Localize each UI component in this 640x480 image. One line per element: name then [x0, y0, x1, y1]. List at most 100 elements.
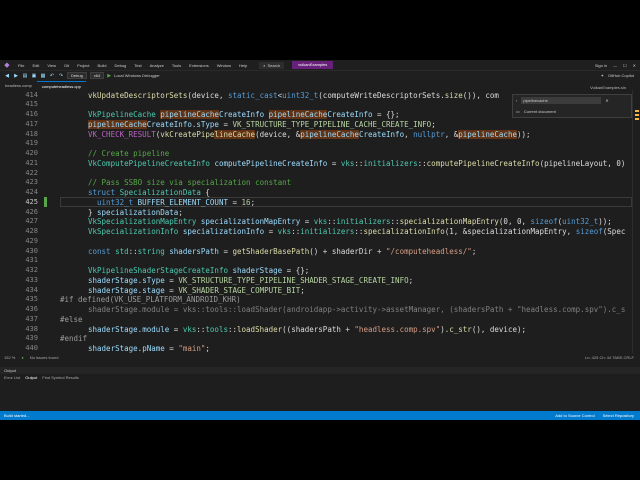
code-line[interactable]: VkSpecializationMapEntry specializationM…: [88, 217, 612, 226]
code-line[interactable]: const std::string shadersPath = getShade…: [88, 247, 476, 256]
new-file-icon[interactable]: ▤: [22, 73, 28, 79]
code-token: VK_STRUCTURE_TYPE_PIPELINE_CACHE_CREATE_…: [232, 119, 432, 129]
menu-item-analyze[interactable]: Analyze: [146, 63, 168, 68]
menu-item-debug[interactable]: Debug: [110, 63, 130, 68]
menu-item-help[interactable]: Help: [235, 63, 251, 68]
zoom-level[interactable]: 152 %: [4, 355, 15, 360]
select-repository-button[interactable]: Select Repository: [603, 413, 634, 418]
code-line[interactable]: shaderStage.stage = VK_SHADER_STAGE_COMP…: [88, 286, 305, 295]
redo-icon[interactable]: ↷: [58, 73, 64, 79]
menu-item-window[interactable]: Window: [213, 63, 235, 68]
back-icon[interactable]: ◀: [4, 73, 10, 79]
code-token: initializers: [336, 217, 391, 227]
code-token: ).: [440, 324, 450, 334]
code-token: vks: [340, 158, 355, 168]
maximize-icon[interactable]: ☐: [623, 63, 627, 68]
code-token: (computeWriteDescriptorSets.: [318, 90, 445, 100]
code-line[interactable]: pipelineCacheCreateInfo.sType = VK_STRUC…: [88, 119, 436, 129]
code-line[interactable]: // Pass SSBO size via specialization con…: [88, 178, 291, 187]
code-token: (VK_USE_PLATFORM_ANDROID_KHR): [109, 295, 241, 305]
tab-error-list[interactable]: Error List: [4, 374, 20, 381]
code-token: nullptr: [413, 129, 445, 139]
menu-item-extensions[interactable]: Extensions: [185, 63, 213, 68]
copilot-button[interactable]: GitHub Copilot: [608, 73, 634, 78]
minimize-icon[interactable]: —: [613, 63, 617, 68]
code-token: VkPipelineCache: [88, 110, 156, 119]
menu-item-git[interactable]: Git: [60, 63, 73, 68]
line-number: 430: [25, 246, 38, 255]
find-input[interactable]: pipelinecache: [521, 97, 602, 104]
save-all-icon[interactable]: ▦: [40, 73, 46, 79]
find-toggle-icon[interactable]: ›: [516, 98, 517, 103]
editor-status-row: 152 % ● No issues found Ln: 425 Ch: 44 T…: [0, 353, 640, 361]
code-token: ;: [471, 246, 477, 256]
menu-item-view[interactable]: View: [43, 63, 60, 68]
code-token: static_cast: [227, 90, 278, 100]
code-line[interactable]: VkPipelineCache pipelineCacheCreateInfo …: [88, 110, 400, 119]
code-line[interactable]: vkUpdateDescriptorSets(device, static_ca…: [88, 91, 499, 100]
menu-item-tools[interactable]: Tools: [168, 63, 185, 68]
code-line[interactable]: shaderStage.sType = VK_STRUCTURE_TYPE_PI…: [88, 276, 413, 285]
undo-icon[interactable]: ↶: [49, 73, 55, 79]
issues-status[interactable]: No issues found: [30, 355, 59, 360]
code-editor[interactable]: 414 415 416 417 418 419 420 421 422 423 424 425 426 4…: [0, 90, 632, 353]
code-token: , &: [444, 129, 459, 139]
code-token: specializationData: [97, 207, 179, 217]
menu-item-project[interactable]: Project: [73, 63, 93, 68]
code-line[interactable]: VkComputePipelineCreateInfo computePipel…: [88, 159, 625, 168]
code-line[interactable]: #else: [60, 315, 83, 324]
code-line[interactable]: // Create pipeline: [88, 149, 169, 158]
code-token: specializationMapEntry: [399, 217, 499, 227]
code-line[interactable]: VkSpecializationInfo specializationInfo …: [88, 227, 625, 236]
code-line[interactable]: shaderStage.module = vks::tools::loadSha…: [88, 305, 625, 314]
code-token: "/computeheadless/": [386, 246, 472, 256]
code-line[interactable]: struct SpecializationData {: [88, 188, 210, 197]
run-icon[interactable]: ▶: [107, 73, 111, 79]
file-tab[interactable]: headless.comp: [0, 81, 37, 90]
save-icon[interactable]: ▣: [31, 73, 37, 79]
code-token: (Spec: [602, 227, 626, 236]
forward-icon[interactable]: ▶: [13, 73, 19, 79]
line-number: 421: [25, 158, 38, 167]
code-token: CreateInfo: [146, 119, 192, 129]
menu-item-test[interactable]: Test: [130, 63, 145, 68]
code-token: shadersPath: [169, 246, 219, 256]
config-select[interactable]: Debug: [67, 72, 87, 79]
file-tab-active[interactable]: computeheadless.cpp: [36, 81, 86, 90]
code-token: specializationMapEntry: [200, 217, 301, 227]
code-line[interactable]: VkPipelineShaderStageCreateInfo shaderSt…: [88, 266, 309, 275]
search-box[interactable]: ⌕ Search: [259, 61, 285, 69]
find-scope-select[interactable]: Current document: [524, 109, 556, 114]
close-icon[interactable]: ✕: [633, 63, 636, 68]
code-token: }: [88, 207, 98, 217]
vertical-scrollbar[interactable]: [632, 90, 640, 353]
code-token: uint32_t: [97, 197, 134, 207]
menu-item-edit[interactable]: Edit: [28, 63, 43, 68]
menu-item-build[interactable]: Build: [94, 63, 111, 68]
letterbox-bottom: [0, 420, 640, 480]
code-token: SpecializationData: [119, 188, 201, 197]
code-token: pipelineCache: [88, 119, 147, 129]
add-to-source-control-button[interactable]: Add to Source Control: [555, 413, 594, 418]
debugger-button[interactable]: Local Windows Debugger: [114, 73, 160, 78]
code-line[interactable]: shaderStage.module = vks::tools::loadSha…: [88, 325, 526, 334]
code-line[interactable]: } specializationData;: [88, 208, 183, 217]
line-number: 435: [25, 295, 38, 304]
close-find-icon[interactable]: ✕: [605, 98, 608, 103]
line-number: 433: [25, 275, 38, 284]
code-token: CreateInfo: [327, 110, 373, 119]
code-line[interactable]: shaderStage.pName = "main";: [88, 344, 210, 353]
search-scope-icon: ▭: [516, 109, 520, 114]
tab-output[interactable]: Output: [25, 374, 37, 381]
code-line[interactable]: #endif: [60, 334, 87, 343]
output-panel-body: [0, 381, 640, 411]
code-line[interactable]: #if defined(VK_USE_PLATFORM_ANDROID_KHR): [60, 295, 241, 304]
code-token: VK_CHECK_RESULT: [88, 129, 156, 139]
sign-in-link[interactable]: Sign in: [595, 63, 607, 68]
code-line[interactable]: uint32_t BUFFER_ELEMENT_COUNT = 16;: [88, 198, 255, 207]
tab-find-symbol-results[interactable]: Find Symbol Results: [42, 374, 79, 381]
code-token: ;: [250, 197, 256, 207]
menu-item-file[interactable]: File: [14, 63, 28, 68]
platform-select[interactable]: x64: [89, 72, 105, 79]
code-line[interactable]: VK_CHECK_RESULT(vkCreatePipelineCache(de…: [88, 129, 531, 139]
